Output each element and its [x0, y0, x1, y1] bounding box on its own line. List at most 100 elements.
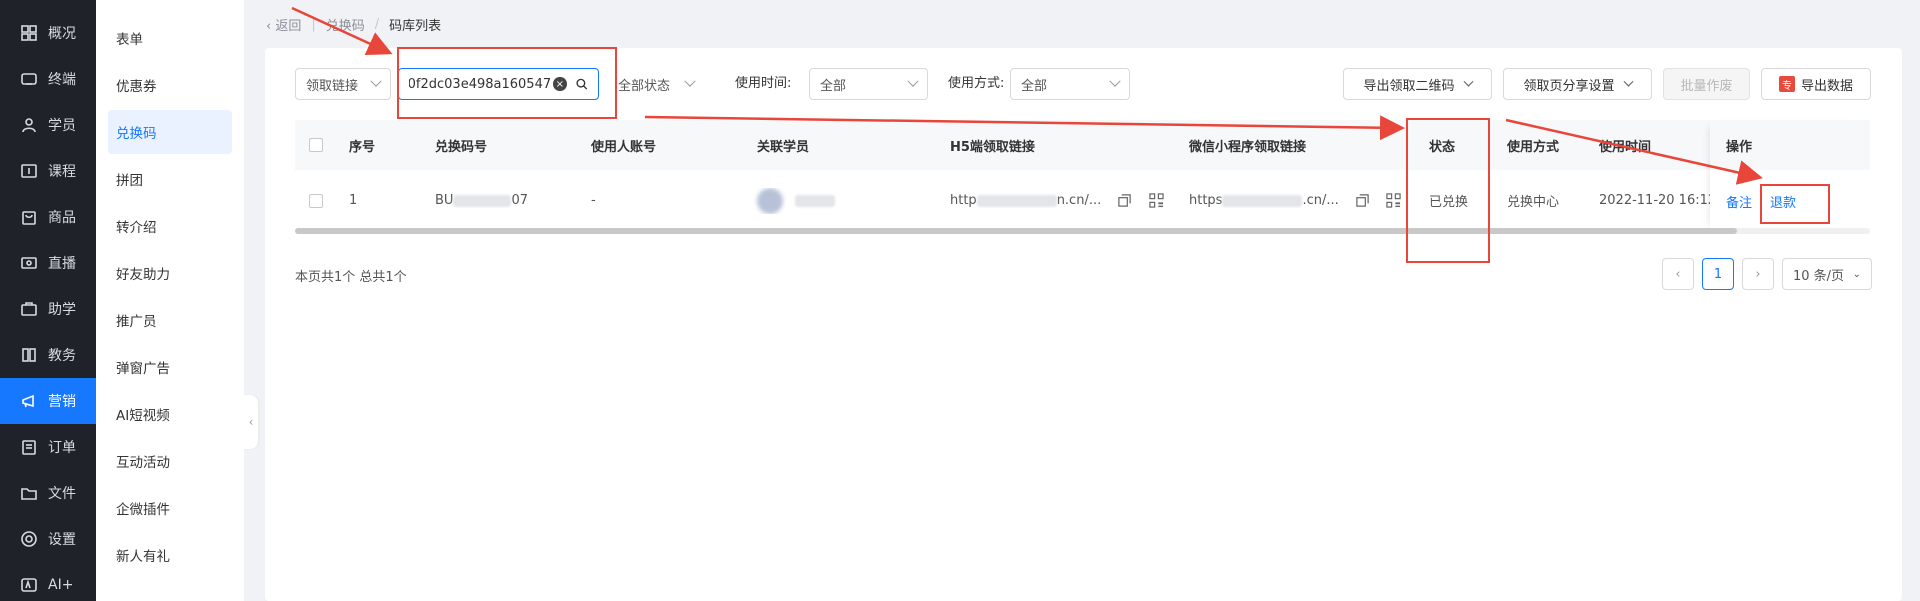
main-nav-label: 营销 [48, 394, 76, 410]
main-nav-label: 学员 [48, 118, 76, 134]
goods-icon [20, 208, 38, 226]
main-nav-label: 直播 [48, 256, 76, 272]
export-data-button[interactable]: 专导出数据 [1761, 68, 1871, 100]
col-time: 使用时间 [1599, 139, 1652, 155]
note-link[interactable]: 备注 [1726, 192, 1752, 211]
row-student [743, 187, 936, 214]
main-nav-item-0[interactable]: 概况 [0, 10, 96, 56]
col-method: 使用方式 [1507, 139, 1560, 155]
sub-nav-item-1[interactable]: 优惠券 [108, 63, 232, 107]
main-nav-item-8[interactable]: 营销 [0, 378, 96, 424]
page-size-select[interactable]: 10 条/页 ⌄ [1782, 258, 1872, 290]
chevron-down-icon [684, 75, 696, 87]
main-nav-item-12[interactable]: AI+ [0, 562, 96, 601]
next-page-button[interactable]: › [1742, 258, 1774, 290]
col-index: 序号 [349, 139, 376, 155]
col-account: 使用人账号 [591, 139, 657, 155]
copy-icon[interactable] [1117, 193, 1132, 208]
main-nav-item-1[interactable]: 终端 [0, 56, 96, 102]
chevron-down-icon [1109, 75, 1121, 87]
prev-page-button[interactable]: ‹ [1662, 258, 1694, 290]
main-nav-label: 订单 [48, 440, 76, 456]
row-time: 2022-11-20 16:12: [1599, 193, 1715, 208]
sub-nav-item-9[interactable]: 互动活动 [108, 439, 232, 483]
page-summary: 本页共1个 总共1个 [295, 270, 407, 285]
page-1-button[interactable]: 1 [1702, 258, 1734, 290]
select-all-cell [295, 138, 335, 152]
row-account: - [591, 193, 596, 208]
marketing-icon [20, 392, 38, 410]
select-all-checkbox[interactable] [309, 138, 323, 152]
sub-nav-item-6[interactable]: 推广员 [108, 298, 232, 342]
main-nav-item-5[interactable]: 直播 [0, 240, 96, 286]
row-h5-link: http n.cn/... [936, 193, 1175, 208]
main-nav-item-3[interactable]: 课程 [0, 148, 96, 194]
study-icon [20, 300, 38, 318]
annotation-box-status [1406, 118, 1490, 263]
main-sidebar: 概况终端学员课程商品直播助学教务营销订单文件 设置 AI+ [0, 0, 96, 601]
share-settings-button[interactable]: 领取页分享设置 [1503, 68, 1652, 100]
main-nav-label: 教务 [48, 348, 76, 364]
annotation-box-search [397, 47, 617, 119]
sub-nav-item-5[interactable]: 好友助力 [108, 251, 232, 295]
main-nav-item-10[interactable]: 文件 [0, 470, 96, 516]
sub-sidebar: 表单 优惠券 兑换码 拼团 转介绍 好友助力 推广员 弹窗广告 AI短视频 互动活动 企微插件 新人有… [96, 0, 244, 601]
avatar [757, 187, 783, 214]
sub-nav-item-2[interactable]: 兑换码 [108, 110, 232, 154]
back-link[interactable]: ‹ 返回 [266, 15, 301, 34]
qr-code-icon[interactable] [1386, 193, 1401, 208]
sub-nav-item-3[interactable]: 拼团 [108, 157, 232, 201]
use-time-select[interactable]: 全部 [809, 68, 928, 100]
sub-nav-item-7[interactable]: 弹窗广告 [108, 345, 232, 389]
redacted-block [1222, 194, 1303, 207]
row-checkbox[interactable] [309, 193, 323, 208]
sub-nav-item-8[interactable]: AI短视频 [108, 392, 232, 436]
main-nav-item-11[interactable]: 设置 [0, 516, 96, 562]
use-method-select[interactable]: 全部 [1010, 68, 1130, 100]
breadcrumb-current: 码库列表 [389, 18, 442, 34]
qr-code-icon[interactable] [1148, 193, 1164, 208]
export-qr-button[interactable]: 导出领取二维码 [1343, 68, 1492, 100]
col-code: 兑换码号 [435, 139, 488, 155]
dashboard-icon [20, 24, 38, 42]
main-nav-item-2[interactable]: 学员 [0, 102, 96, 148]
main-nav-label: 商品 [48, 210, 76, 226]
sub-nav-item-10[interactable]: 企微插件 [108, 486, 232, 530]
link-type-select[interactable]: 领取链接 [295, 68, 391, 100]
users-icon [20, 116, 38, 134]
batch-void-button[interactable]: 批量作废 [1663, 68, 1750, 100]
order-icon [20, 438, 38, 456]
status-select[interactable]: 全部状态 [607, 68, 705, 100]
sidebar-collapse-handle[interactable]: ‹ [244, 395, 258, 449]
scrollbar-thumb[interactable] [295, 228, 1737, 234]
horizontal-scrollbar[interactable] [295, 228, 1870, 234]
copy-icon[interactable] [1355, 193, 1370, 208]
annotation-box-refund [1760, 184, 1830, 224]
main-nav-label: 概况 [48, 26, 76, 42]
terminal-icon [20, 70, 38, 88]
breadcrumb-parent[interactable]: 兑换码 [326, 15, 365, 34]
row-select-cell [295, 193, 335, 208]
folder-icon [20, 484, 38, 502]
sub-nav-item-0[interactable]: 表单 [108, 16, 232, 60]
main-nav-label: AI+ [48, 577, 74, 593]
sub-nav-item-11[interactable]: 新人有礼 [108, 533, 232, 577]
main-nav-item-7[interactable]: 教务 [0, 332, 96, 378]
code-table: 序号 兑换码号 使用人账号 关联学员 H5端领取链接 微信小程序领取链接 状态 … [295, 120, 1870, 234]
redacted-block [795, 194, 835, 207]
chevron-down-icon [370, 75, 382, 87]
main-nav-item-4[interactable]: 商品 [0, 194, 96, 240]
sub-nav-item-4[interactable]: 转介绍 [108, 204, 232, 248]
breadcrumb-separator: | [311, 16, 316, 32]
chevron-down-icon [1463, 76, 1473, 87]
main-nav-item-6[interactable]: 助学 [0, 286, 96, 332]
col-h5-link: H5端领取链接 [950, 139, 1035, 155]
chevron-down-icon [907, 75, 919, 87]
course-icon [20, 162, 38, 180]
main-nav-label: 终端 [48, 72, 76, 88]
chevron-left-icon: ‹ [248, 415, 254, 429]
table-row: 1 BU 07 - http n.cn/... https .cn/... 已兑换 兑… [295, 170, 1870, 232]
redacted-block [453, 194, 512, 207]
main-nav-item-9[interactable]: 订单 [0, 424, 96, 470]
main-nav-label: 课程 [48, 164, 76, 180]
